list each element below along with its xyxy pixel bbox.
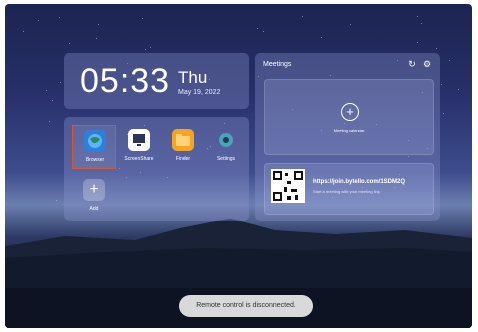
add-app-button[interactable]: + Add xyxy=(72,175,116,219)
clock-date: May 19, 2022 xyxy=(178,89,220,96)
star xyxy=(46,90,47,91)
meeting-link[interactable]: https://join.bytello.com/1SDM2Q xyxy=(313,179,405,185)
star xyxy=(96,38,97,39)
star xyxy=(417,16,418,17)
star xyxy=(23,31,24,32)
desktop-screen: 05:33 Thu May 19, 2022 Browser ScreenSha… xyxy=(5,4,472,328)
folder-icon xyxy=(172,129,194,151)
clock-panel: 05:33 Thu May 19, 2022 xyxy=(64,53,249,109)
star xyxy=(60,82,61,83)
apps-panel: Browser ScreenShare Finder Settings + Ad… xyxy=(64,117,249,221)
app-finder[interactable]: Finder xyxy=(161,125,205,169)
app-finder-label: Finder xyxy=(161,156,205,162)
star xyxy=(49,121,50,122)
star xyxy=(98,24,99,25)
toast-notification: Remote control is disconnected. xyxy=(179,295,313,317)
add-app-label: Add xyxy=(72,206,116,212)
star xyxy=(257,28,258,29)
star xyxy=(417,42,418,43)
meetings-panel: Meetings ↻ ⚙ + Meeting calendar https://… xyxy=(255,53,440,221)
star xyxy=(302,16,303,17)
meeting-link-card[interactable]: https://join.bytello.com/1SDM2Q Start a … xyxy=(264,163,434,215)
meetings-title: Meetings xyxy=(263,61,291,68)
refresh-icon[interactable]: ↻ xyxy=(406,58,418,70)
star xyxy=(59,17,60,18)
clock-day: Thu xyxy=(178,68,207,88)
app-settings[interactable]: Settings xyxy=(204,125,248,169)
star xyxy=(350,24,351,25)
app-screenshare[interactable]: ScreenShare xyxy=(117,125,161,169)
star xyxy=(436,48,437,49)
star xyxy=(321,37,322,38)
gear-icon xyxy=(215,129,237,151)
star xyxy=(145,49,146,50)
star xyxy=(142,18,143,19)
star xyxy=(52,100,53,101)
star xyxy=(443,113,444,114)
meeting-calendar-label: Meeting calendar xyxy=(265,128,433,133)
add-meeting-icon: + xyxy=(341,103,359,121)
star xyxy=(56,200,57,201)
settings-icon[interactable]: ⚙ xyxy=(421,58,433,70)
app-browser-label: Browser xyxy=(73,157,117,163)
app-settings-label: Settings xyxy=(204,156,248,162)
app-screenshare-label: ScreenShare xyxy=(117,156,161,162)
clock-time: 05:33 xyxy=(80,62,170,101)
meeting-calendar-button[interactable]: + Meeting calendar xyxy=(264,79,434,155)
app-browser[interactable]: Browser xyxy=(72,125,116,169)
globe-icon xyxy=(84,130,106,152)
star xyxy=(38,20,39,21)
star xyxy=(449,60,450,61)
star xyxy=(263,31,264,32)
star xyxy=(421,23,422,24)
star xyxy=(69,43,70,44)
monitor-icon xyxy=(128,129,150,151)
meeting-link-subtitle: Start a meeting with your meeting link. xyxy=(313,189,381,194)
qr-code-icon xyxy=(271,169,305,203)
star xyxy=(458,89,459,90)
star xyxy=(150,47,151,48)
plus-icon: + xyxy=(83,179,105,201)
star xyxy=(441,84,442,85)
